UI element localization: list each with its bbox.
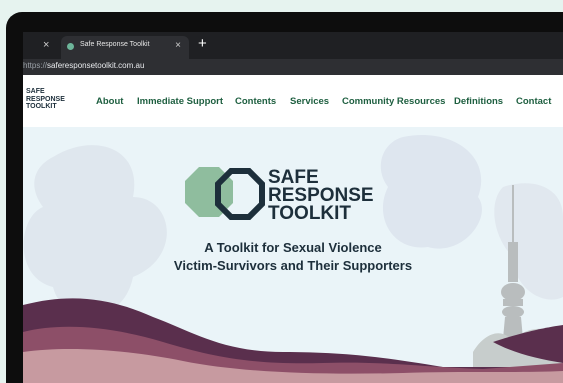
address-bar[interactable]: https://saferesponsetoolkit.com.au xyxy=(23,59,563,75)
new-tab-button[interactable]: + xyxy=(198,35,207,53)
laptop-frame: × Safe Response Toolkit × + https://safe… xyxy=(6,12,563,383)
hero-logo-line: TOOLKIT xyxy=(268,203,352,224)
site-logo-line: RESPONSE xyxy=(26,95,65,103)
hero-banner: SAFE RESPONSE TOOLKIT A Toolkit for Sexu… xyxy=(23,127,563,383)
nav-immediate-support[interactable]: Immediate Support xyxy=(137,96,223,107)
site-logo[interactable]: SAFE RESPONSE TOOLKIT xyxy=(26,88,65,111)
nav-about[interactable]: About xyxy=(96,96,123,107)
nav-services[interactable]: Services xyxy=(290,96,329,107)
url-protocol: https:// xyxy=(23,61,48,70)
site-navigation: SAFE RESPONSE TOOLKIT About Immediate Su… xyxy=(23,75,563,127)
site-logo-line: TOOLKIT xyxy=(26,103,57,110)
tab-bar: × Safe Response Toolkit × + xyxy=(23,32,563,59)
nav-contact[interactable]: Contact xyxy=(516,96,551,107)
nav-community-resources[interactable]: Community Resources xyxy=(342,96,445,107)
hero-tagline-line1: A Toolkit for Sexual Violence xyxy=(204,240,382,255)
url-text[interactable]: https://saferesponsetoolkit.com.au xyxy=(23,61,144,70)
site-logo-line: SAFE xyxy=(26,88,45,95)
tab-title: Safe Response Toolkit xyxy=(80,41,150,48)
browser-tab[interactable]: Safe Response Toolkit × xyxy=(61,36,189,59)
url-host: saferesponsetoolkit.com.au xyxy=(47,61,145,70)
hero-tagline-line2: Victim-Survivors and Their Supporters xyxy=(173,258,413,273)
background-blob xyxy=(380,135,482,249)
hero-logo-wordmark: SAFE RESPONSE TOOLKIT xyxy=(268,168,374,224)
favicon-icon xyxy=(67,43,74,50)
browser-window: × Safe Response Toolkit × + https://safe… xyxy=(23,32,563,383)
hero-background-illustration xyxy=(23,135,563,383)
background-blob xyxy=(23,145,167,316)
tab-close-icon[interactable]: × xyxy=(175,40,181,51)
close-icon[interactable]: × xyxy=(43,37,49,53)
nav-definitions[interactable]: Definitions xyxy=(454,96,503,107)
nav-contents[interactable]: Contents xyxy=(235,96,276,107)
